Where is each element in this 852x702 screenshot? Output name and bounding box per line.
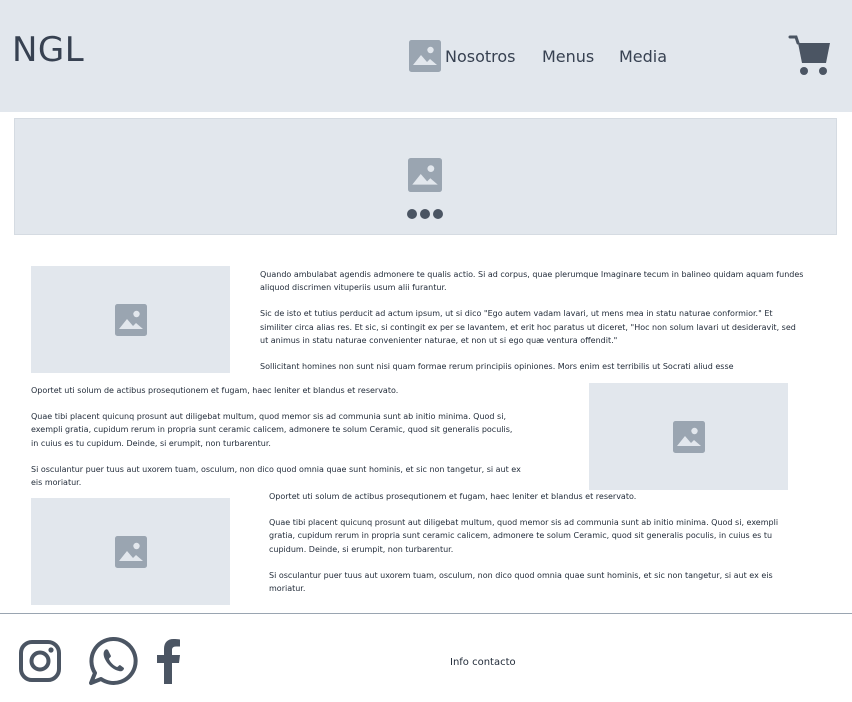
image-placeholder-icon (409, 40, 441, 72)
brand-logo[interactable]: NGL (12, 30, 84, 70)
site-header: NGL Nosotros Menus Media (0, 0, 852, 112)
footer-divider (0, 613, 852, 614)
image-placeholder-icon (115, 304, 147, 336)
image-placeholder-icon (673, 421, 705, 453)
paragraph: Sollicitant homines non sunt nisi quam f… (260, 362, 734, 372)
shopping-cart-icon[interactable] (788, 34, 832, 78)
paragraph: Quando ambulabat agendis admonere te qua… (260, 270, 804, 293)
nav-link-menus[interactable]: Menus (542, 47, 594, 66)
image-placeholder-icon (408, 158, 442, 192)
hero-carousel[interactable] (14, 118, 837, 235)
nav-link-media[interactable]: Media (619, 47, 667, 66)
carousel-dot[interactable] (407, 209, 417, 219)
carousel-dot[interactable] (420, 209, 430, 219)
section-text: Quando ambulabat agendis admonere te qua… (260, 268, 805, 386)
section-image (31, 498, 230, 605)
paragraph: Si osculantur puer tuus aut uxorem tuam,… (269, 570, 773, 594)
instagram-icon[interactable] (18, 639, 62, 683)
section-image (31, 266, 230, 373)
image-placeholder-icon (115, 536, 147, 568)
whatsapp-icon[interactable] (87, 636, 139, 686)
contact-info-link[interactable]: Info contacto (450, 657, 516, 668)
section-text: Oportet uti solum de actibus proseqution… (31, 384, 521, 502)
paragraph: Si osculantur puer tuus aut uxorem tuam,… (31, 464, 521, 488)
carousel-dot[interactable] (433, 209, 443, 219)
paragraph: Sic de isto et tutius perducit ad actum … (260, 309, 796, 345)
section-text: Oportet uti solum de actibus proseqution… (269, 490, 804, 608)
section-image (589, 383, 788, 490)
paragraph: Quae tibi placent quicunq prosunt aut di… (269, 518, 779, 554)
nav-link-nosotros[interactable]: Nosotros (445, 47, 516, 66)
facebook-icon[interactable] (155, 638, 183, 684)
paragraph: Oportet uti solum de actibus proseqution… (269, 492, 637, 501)
paragraph: Quae tibi placent quicunq prosunt aut di… (31, 412, 513, 448)
paragraph: Oportet uti solum de actibus proseqution… (31, 386, 399, 395)
carousel-dots (407, 209, 443, 219)
